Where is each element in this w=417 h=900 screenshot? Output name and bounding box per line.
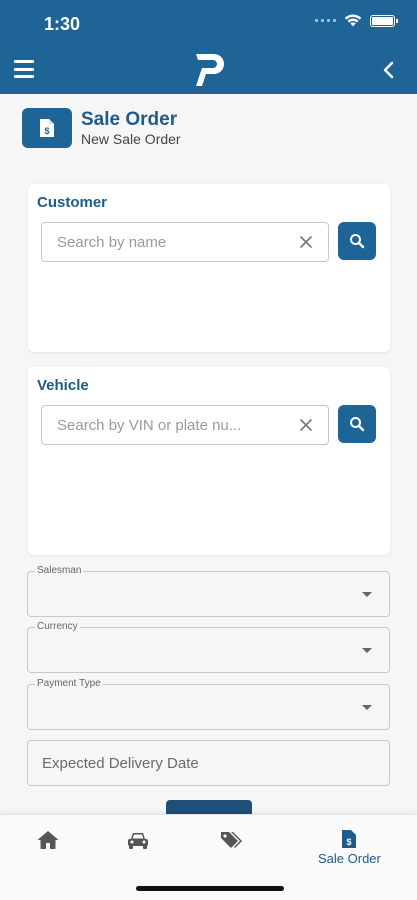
vehicle-title: Vehicle [37,377,89,394]
svg-text:$: $ [347,837,352,847]
menu-button[interactable] [14,60,34,78]
customer-title: Customer [37,194,108,211]
customer-search-button[interactable] [338,222,376,260]
search-icon [350,234,365,249]
submit-button[interactable] [166,800,252,814]
home-icon [37,831,59,849]
customer-card: Customer [28,184,390,352]
tab-tags[interactable] [219,829,245,869]
tab-home[interactable] [36,829,60,869]
page-title: Sale Order [81,108,178,130]
tab-vehicles[interactable] [126,829,150,869]
invoice-dollar-icon: $ [22,108,72,148]
clear-icon[interactable] [298,417,314,433]
dropdown-caret-icon [362,705,372,710]
currency-label: Currency [35,621,80,633]
customer-search-input[interactable] [42,223,282,261]
svg-text:$: $ [44,126,49,136]
payment-type-label: Payment Type [35,678,103,690]
invoice-dollar-icon: $ [342,830,357,848]
battery-icon [370,14,398,27]
tags-icon [221,832,242,848]
page-heading: $ Sale Order New Sale Order [22,108,181,148]
salesman-label: Salesman [35,565,84,577]
vehicle-search-button[interactable] [338,405,376,443]
search-icon [350,417,365,432]
payment-type-select[interactable]: Payment Type [27,678,390,730]
signal-icon [315,19,336,22]
home-indicator [136,886,284,891]
vehicle-card: Vehicle [28,367,390,555]
salesman-select[interactable]: Salesman [27,565,390,617]
expected-delivery-date-placeholder: Expected Delivery Date [42,755,199,772]
expected-delivery-date-field[interactable]: Expected Delivery Date [27,740,390,786]
vehicle-search-field[interactable] [41,405,329,445]
currency-select[interactable]: Currency [27,621,390,673]
status-icons [315,14,398,27]
tab-sale-order-label: Sale Order [318,851,381,866]
page-subtitle: New Sale Order [81,130,181,147]
app-header: 1:30 [0,0,417,94]
status-time: 1:30 [44,14,81,34]
tab-sale-order[interactable]: $ Sale Order [318,829,381,869]
vehicle-search-input[interactable] [42,406,282,444]
app-logo [196,54,224,86]
back-chevron-icon[interactable] [381,60,397,80]
clear-icon[interactable] [298,234,314,250]
car-icon [128,833,148,849]
customer-search-field[interactable] [41,222,329,262]
dropdown-caret-icon [362,592,372,597]
dropdown-caret-icon [362,648,372,653]
wifi-icon [344,14,362,27]
